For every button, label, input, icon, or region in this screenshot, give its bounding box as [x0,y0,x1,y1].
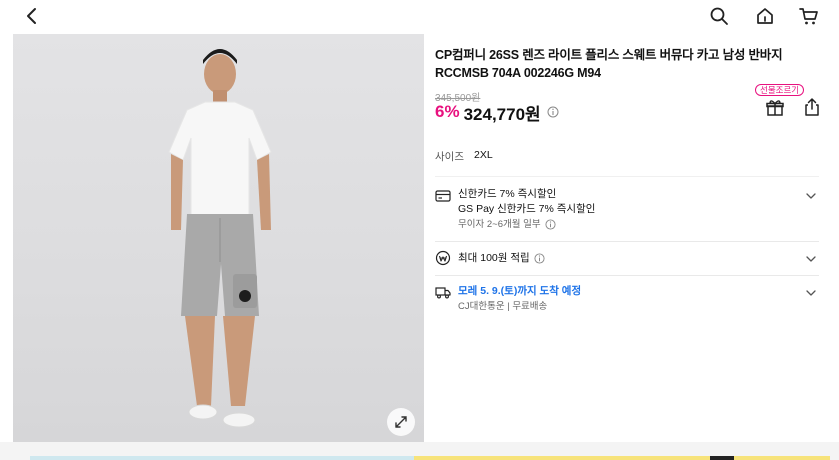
price-row: 6% 324,770원 [435,100,559,124]
sale-price: 324,770원 [463,104,541,124]
chevron-down-icon[interactable] [805,253,817,265]
card-benefit-line2: GS Pay 신한카드 7% 즉시할인 [458,203,596,215]
product-image[interactable] [13,34,424,442]
points-row[interactable]: 최대 100원 적립 [435,250,819,268]
gift-request-badge[interactable]: 선물조르기 [755,84,805,96]
installment-text: 무이자 2~6개월 일부 [458,219,541,230]
info-icon[interactable] [534,253,545,264]
size-info: 사이즈 2XL [435,149,493,164]
top-bar [0,0,839,34]
card-benefit-row[interactable]: 신한카드 7% 즉시할인 GS Pay 신한카드 7% 즉시할인 무이자 2~6… [435,186,819,238]
expand-button[interactable] [387,408,415,436]
divider [435,176,819,177]
coin-icon [435,250,451,266]
info-icon[interactable] [545,219,556,230]
card-icon [435,190,451,202]
search-icon[interactable] [708,5,730,27]
delivery-date: 모레 5. 9.(토)까지 도착 예정 [458,285,582,297]
product-title: CP컴퍼니 26SS 렌즈 라이트 플리스 스웨트 버뮤다 카고 남성 반바지 … [435,48,783,80]
cart-icon[interactable] [798,5,820,27]
size-value: 2XL [473,149,493,161]
divider [435,275,819,276]
size-label: 사이즈 [435,151,464,163]
expand-icon [395,416,407,428]
promo-banner-edge [30,456,830,460]
card-benefit-line1: 신한카드 7% 즉시할인 [458,188,557,200]
divider [435,241,819,242]
gift-icon[interactable] [765,98,785,118]
truck-icon [435,287,451,299]
delivery-carrier: CJ대한통운 | 무료배송 [458,301,548,312]
home-icon[interactable] [754,5,776,27]
product-info: CP컴퍼니 26SS 렌즈 라이트 플리스 스웨트 버뮤다 카고 남성 반바지 … [435,46,830,82]
share-icon[interactable] [802,97,822,117]
discount-rate: 6% [435,102,460,121]
back-arrow-icon[interactable] [22,6,42,26]
bottom-banner-strip [0,442,839,460]
info-icon[interactable] [547,106,559,118]
model-illustration [168,49,272,428]
chevron-down-icon[interactable] [805,190,817,202]
delivery-row[interactable]: 모레 5. 9.(토)까지 도착 예정 CJ대한통운 | 무료배송 [435,283,819,317]
chevron-down-icon[interactable] [805,287,817,299]
points-text: 최대 100원 적립 [458,252,530,264]
